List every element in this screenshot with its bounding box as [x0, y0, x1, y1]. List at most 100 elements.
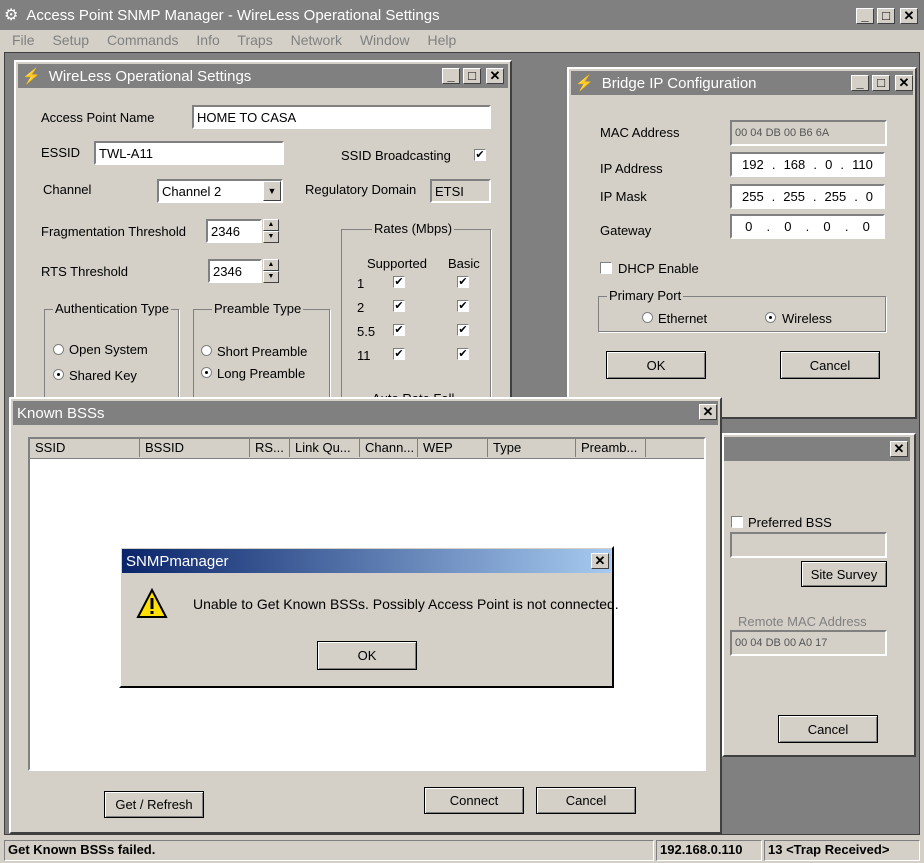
ip-address-field[interactable]: 192. 168. 0. 110: [730, 152, 885, 177]
preferred-bss-label: Preferred BSS: [748, 515, 832, 530]
rate-5-5-supported-checkbox[interactable]: ✔: [393, 324, 405, 336]
rate-5-5-basic-checkbox[interactable]: ✔: [457, 324, 469, 336]
ssid-broadcast-label: SSID Broadcasting: [341, 148, 451, 163]
preamble-long-label: Long Preamble: [217, 366, 306, 381]
ethernet-label: Ethernet: [658, 311, 708, 326]
ip-octet: 0: [825, 157, 833, 172]
wireless-radio[interactable]: [765, 312, 776, 323]
basic-label: Basic: [448, 256, 480, 271]
app-close-button[interactable]: ✕: [900, 8, 918, 24]
column-wep[interactable]: WEP: [418, 439, 488, 457]
chevron-down-icon[interactable]: ▼: [263, 181, 281, 201]
column-rssi[interactable]: RS...: [250, 439, 290, 457]
remote-bss-cancel-button[interactable]: Cancel: [778, 715, 878, 743]
column-bssid[interactable]: BSSID: [140, 439, 250, 457]
essid-field[interactable]: TWL-A11: [94, 141, 284, 165]
rate-1-supported-checkbox[interactable]: ✔: [393, 276, 405, 288]
bip-minimize-button[interactable]: _: [851, 75, 869, 91]
app-maximize-button[interactable]: □: [877, 8, 895, 24]
menu-traps[interactable]: Traps: [237, 32, 272, 48]
dhcp-label: DHCP Enable: [618, 261, 699, 276]
rate-11-basic-checkbox[interactable]: ✔: [457, 348, 469, 360]
rates-group: Rates (Mbps): [341, 221, 491, 401]
preamble-short-radio[interactable]: [201, 345, 212, 356]
rate-1-basic-checkbox[interactable]: ✔: [457, 276, 469, 288]
menu-help[interactable]: Help: [428, 32, 457, 48]
ssid-broadcast-checkbox[interactable]: ✔: [474, 149, 486, 161]
get-refresh-button[interactable]: Get / Refresh: [104, 791, 204, 818]
error-dialog-title: SNMPmanager: [126, 552, 229, 570]
wos-close-button[interactable]: ✕: [486, 68, 504, 84]
error-dialog-ok-button[interactable]: OK: [317, 641, 417, 670]
wos-minimize-button[interactable]: _: [442, 68, 460, 84]
mask-octet: 255: [741, 189, 764, 204]
connect-button[interactable]: Connect: [424, 787, 524, 814]
site-survey-button[interactable]: Site Survey: [801, 561, 887, 587]
menu-commands[interactable]: Commands: [107, 32, 179, 48]
remote-bss-window: ✕: [722, 433, 916, 757]
app-minimize-button[interactable]: _: [856, 8, 874, 24]
bip-maximize-button[interactable]: □: [872, 75, 890, 91]
error-dialog-close-button[interactable]: ✕: [591, 553, 609, 569]
gw-octet: 0: [784, 219, 792, 234]
channel-value: Channel 2: [162, 183, 222, 199]
bip-ok-button[interactable]: OK: [606, 351, 706, 379]
menu-window[interactable]: Window: [360, 32, 410, 48]
rts-spinner[interactable]: ▲ ▼: [263, 259, 279, 283]
known-bss-cancel-button[interactable]: Cancel: [536, 787, 636, 814]
authentication-title: Authentication Type: [53, 301, 171, 316]
auth-open-radio[interactable]: [53, 344, 64, 355]
column-link-quality[interactable]: Link Qu...: [290, 439, 360, 457]
preferred-bss-checkbox[interactable]: [731, 516, 743, 528]
spin-up-icon[interactable]: ▲: [263, 259, 279, 271]
menu-file[interactable]: File: [12, 32, 35, 48]
fragmentation-field[interactable]: 2346: [206, 219, 262, 243]
bip-close-button[interactable]: ✕: [895, 75, 913, 91]
menu-info[interactable]: Info: [196, 32, 219, 48]
auth-open-label: Open System: [69, 342, 148, 357]
bip-cancel-button[interactable]: Cancel: [780, 351, 880, 379]
app-title: Access Point SNMP Manager - WireLess Ope…: [26, 6, 440, 24]
preamble-long-radio[interactable]: [201, 367, 212, 378]
menu-bar: File Setup Commands Info Traps Network W…: [12, 31, 470, 51]
ip-octet: 192: [742, 157, 764, 172]
column-ssid[interactable]: SSID: [30, 439, 140, 457]
rate-11: 11: [357, 348, 371, 363]
column-preamble[interactable]: Preamb...: [576, 439, 646, 457]
rts-field[interactable]: 2346: [208, 259, 262, 283]
rate-2-basic-checkbox[interactable]: ✔: [457, 300, 469, 312]
remote-mac-field: 00 04 DB 00 A0 17: [730, 630, 887, 656]
rate-11-supported-checkbox[interactable]: ✔: [393, 348, 405, 360]
ip-mask-field[interactable]: 255. 255. 255. 0: [730, 184, 885, 209]
fragmentation-spinner[interactable]: ▲ ▼: [263, 219, 279, 243]
column-type[interactable]: Type: [488, 439, 576, 457]
spin-down-icon[interactable]: ▼: [263, 271, 279, 283]
mask-octet: 255: [824, 189, 847, 204]
wos-maximize-button[interactable]: □: [463, 68, 481, 84]
column-channel[interactable]: Chann...: [360, 439, 418, 457]
rate-2-supported-checkbox[interactable]: ✔: [393, 300, 405, 312]
channel-select[interactable]: Channel 2 ▼: [157, 179, 283, 203]
mac-address-field: 00 04 DB 00 B6 6A: [730, 120, 887, 146]
ap-name-field[interactable]: HOME TO CASA: [192, 105, 491, 129]
menu-setup[interactable]: Setup: [52, 32, 89, 48]
error-dialog: SNMPmanager ✕ Unable to Get Known BSSs. …: [119, 546, 619, 688]
ip-octet: 168: [783, 157, 806, 172]
rate-1: 1: [357, 276, 365, 291]
wireless-settings-title-bar: ⚡ WireLess Operational Settings: [18, 64, 508, 88]
known-bss-title-bar: Known BSSs: [13, 401, 718, 425]
preamble-title: Preamble Type: [212, 301, 304, 316]
known-bss-close-button[interactable]: ✕: [699, 404, 717, 420]
lightning-icon: ⚡: [22, 68, 41, 85]
mask-octet: 0: [865, 189, 874, 204]
spin-up-icon[interactable]: ▲: [263, 219, 279, 231]
menu-network[interactable]: Network: [291, 32, 342, 48]
dhcp-checkbox[interactable]: [600, 262, 612, 274]
gateway-field[interactable]: 0.0.0.0: [730, 214, 885, 239]
spin-down-icon[interactable]: ▼: [263, 231, 279, 243]
auth-shared-label: Shared Key: [69, 368, 137, 383]
remote-bss-close-button[interactable]: ✕: [890, 441, 908, 457]
ethernet-radio[interactable]: [642, 312, 653, 323]
regulatory-domain-field: ETSI: [430, 179, 491, 203]
auth-shared-radio[interactable]: [53, 369, 64, 380]
